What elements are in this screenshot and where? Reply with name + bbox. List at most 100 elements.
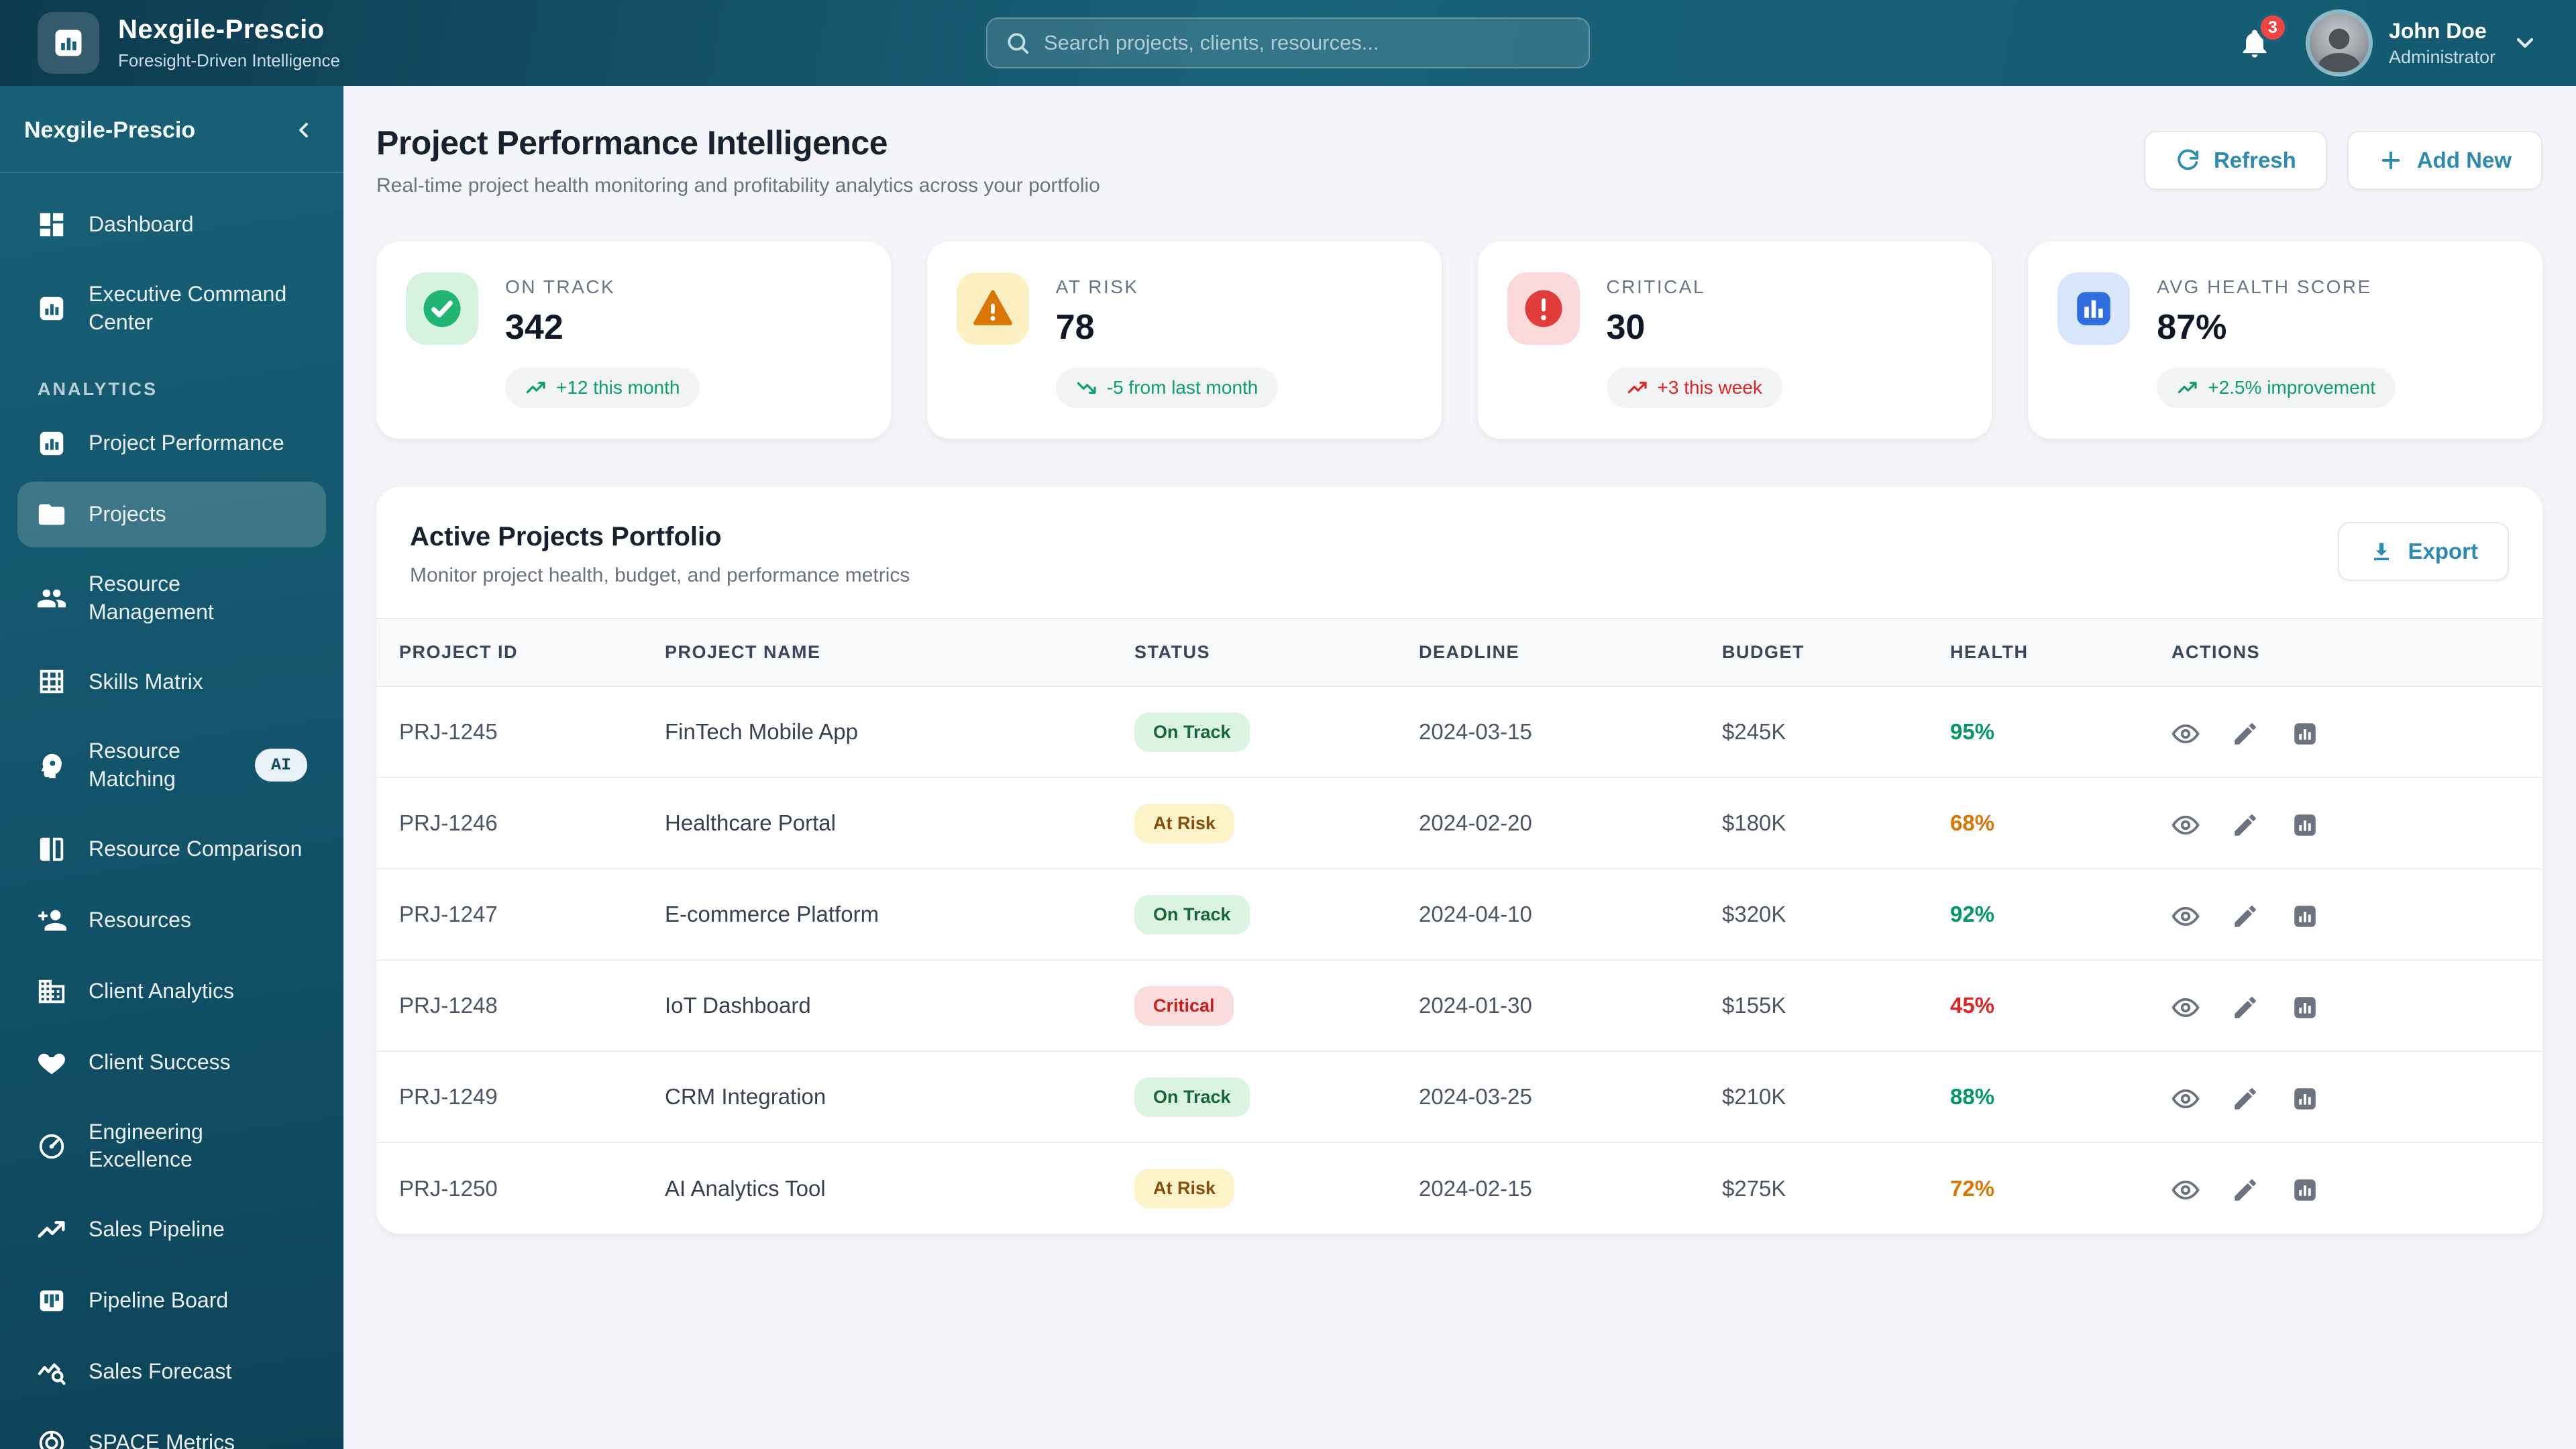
report-icon	[2291, 994, 2319, 1022]
app-logo	[38, 12, 99, 74]
sidebar-item-resources[interactable]: Resources	[17, 888, 326, 953]
edit-project-button[interactable]	[2231, 902, 2259, 930]
project-name-cell: AI Analytics Tool	[665, 1142, 1134, 1234]
deadline-cell: 2024-02-15	[1419, 1142, 1722, 1234]
actions-cell	[2171, 1142, 2542, 1234]
trending-up-icon	[2177, 377, 2198, 398]
col-budget: BUDGET	[1722, 618, 1950, 687]
edit-project-button[interactable]	[2231, 720, 2259, 748]
bar-chart-tile-icon	[2057, 272, 2131, 345]
header-right: 3 John Doe Administrator	[2233, 9, 2538, 76]
table-row[interactable]: PRJ-1246 Healthcare Portal At Risk 2024-…	[376, 777, 2542, 869]
kanban-icon	[36, 1285, 67, 1316]
sidebar-item-dashboard[interactable]: Dashboard	[17, 192, 326, 258]
sidebar-item-sales-forecast[interactable]: Sales Forecast	[17, 1339, 326, 1405]
stat-value: 87%	[2157, 308, 2227, 347]
budget-cell: $210K	[1722, 1051, 1950, 1142]
view-project-button[interactable]	[2171, 1176, 2200, 1204]
trend-text: +12 this month	[556, 377, 680, 398]
target-icon	[36, 1428, 67, 1449]
table-row[interactable]: PRJ-1248 IoT Dashboard Critical 2024-01-…	[376, 959, 2542, 1051]
notifications-button[interactable]: 3	[2233, 12, 2288, 64]
sidebar-item-engineering-excellence[interactable]: Engineering Excellence	[17, 1101, 326, 1191]
edit-project-button[interactable]	[2231, 1176, 2259, 1204]
view-project-button[interactable]	[2171, 994, 2200, 1022]
status-badge: On Track	[1134, 894, 1250, 934]
trend-text: +2.5% improvement	[2208, 377, 2376, 398]
sidebar-item-projects[interactable]: Projects	[17, 482, 326, 548]
table-row[interactable]: PRJ-1250 AI Analytics Tool At Risk 2024-…	[376, 1142, 2542, 1234]
health-value: 88%	[1950, 1084, 1995, 1109]
sidebar-item-resource-management[interactable]: Resource Management	[17, 553, 326, 643]
trending-up-icon	[36, 1214, 67, 1245]
user-role: Administrator	[2388, 46, 2496, 67]
sidebar-item-executive-command-center[interactable]: Executive Command Center	[17, 263, 326, 354]
table-row[interactable]: PRJ-1249 CRM Integration On Track 2024-0…	[376, 1051, 2542, 1142]
sidebar-title: Nexgile-Prescio	[24, 117, 196, 143]
stat-body: ON TRACK 342 +12 this month	[505, 272, 700, 408]
stat-cards: ON TRACK 342 +12 this month AT RISK 78 -…	[376, 241, 2542, 439]
trend-pill: +12 this month	[505, 368, 700, 408]
person-add-icon	[36, 905, 67, 936]
user-name: John Doe	[2388, 18, 2487, 43]
trending-down-icon	[1076, 377, 1097, 398]
sidebar-item-project-performance[interactable]: Project Performance	[17, 411, 326, 476]
project-report-button[interactable]	[2291, 720, 2319, 748]
status-cell: Critical	[1134, 959, 1419, 1051]
eye-icon	[2171, 994, 2200, 1022]
actions-cell	[2171, 686, 2542, 777]
trend-text: -5 from last month	[1106, 377, 1258, 398]
sidebar-item-pipeline-board[interactable]: Pipeline Board	[17, 1268, 326, 1334]
export-button[interactable]: Export	[2338, 522, 2509, 581]
sidebar-item-resource-comparison[interactable]: Resource Comparison	[17, 816, 326, 882]
budget-cell: $320K	[1722, 868, 1950, 960]
report-icon	[2291, 1085, 2319, 1113]
refresh-label: Refresh	[2213, 148, 2296, 172]
view-project-button[interactable]	[2171, 1085, 2200, 1113]
sidebar-item-client-analytics[interactable]: Client Analytics	[17, 959, 326, 1024]
sidebar-item-client-success[interactable]: Client Success	[17, 1030, 326, 1095]
project-report-button[interactable]	[2291, 811, 2319, 839]
sidebar-item-label: Executive Command Center	[89, 282, 287, 334]
sidebar-item-resource-matching[interactable]: Resource Matching AI	[17, 720, 326, 810]
global-search[interactable]	[986, 17, 1590, 68]
edit-project-button[interactable]	[2231, 994, 2259, 1022]
table-row[interactable]: PRJ-1247 E-commerce Platform On Track 20…	[376, 868, 2542, 960]
people-icon	[36, 583, 67, 614]
ai-badge: AI	[254, 749, 307, 782]
add-new-button[interactable]: Add New	[2347, 131, 2542, 190]
stat-card-on-track: ON TRACK 342 +12 this month	[376, 241, 891, 439]
project-report-button[interactable]	[2291, 994, 2319, 1022]
view-project-button[interactable]	[2171, 720, 2200, 748]
search-input[interactable]	[1044, 31, 1571, 55]
user-menu[interactable]: John Doe Administrator	[2305, 9, 2538, 76]
chevron-down-icon[interactable]	[2512, 30, 2538, 56]
col-health: HEALTH	[1950, 618, 2171, 687]
sidebar-collapse-button[interactable]	[290, 115, 319, 145]
deadline-cell: 2024-02-20	[1419, 777, 1722, 869]
refresh-button[interactable]: Refresh	[2143, 131, 2327, 190]
edit-project-button[interactable]	[2231, 811, 2259, 839]
project-report-button[interactable]	[2291, 1085, 2319, 1113]
sidebar-item-sales-pipeline[interactable]: Sales Pipeline	[17, 1197, 326, 1263]
status-badge: At Risk	[1134, 803, 1235, 843]
health-value: 45%	[1950, 993, 1995, 1018]
view-project-button[interactable]	[2171, 811, 2200, 839]
status-badge: Critical	[1134, 985, 1234, 1026]
project-report-button[interactable]	[2291, 902, 2319, 930]
trend-pill: +2.5% improvement	[2157, 368, 2396, 408]
health-value: 68%	[1950, 810, 1995, 835]
project-report-button[interactable]	[2291, 1176, 2319, 1204]
add-new-label: Add New	[2416, 148, 2512, 172]
project-name-cell: E-commerce Platform	[665, 868, 1134, 960]
stat-body: AVG HEALTH SCORE 87% +2.5% improvement	[2157, 272, 2396, 408]
active-projects-card: Active Projects Portfolio Monitor projec…	[376, 487, 2542, 1234]
edit-project-button[interactable]	[2231, 1085, 2259, 1113]
sidebar-item-space-metrics[interactable]: SPACE Metrics	[17, 1410, 326, 1449]
sidebar-item-label: Skills Matrix	[89, 669, 203, 694]
pencil-icon	[2231, 811, 2259, 839]
view-project-button[interactable]	[2171, 902, 2200, 930]
sidebar-item-skills-matrix[interactable]: Skills Matrix	[17, 649, 326, 714]
project-name-cell: IoT Dashboard	[665, 959, 1134, 1051]
table-row[interactable]: PRJ-1245 FinTech Mobile App On Track 202…	[376, 686, 2542, 777]
